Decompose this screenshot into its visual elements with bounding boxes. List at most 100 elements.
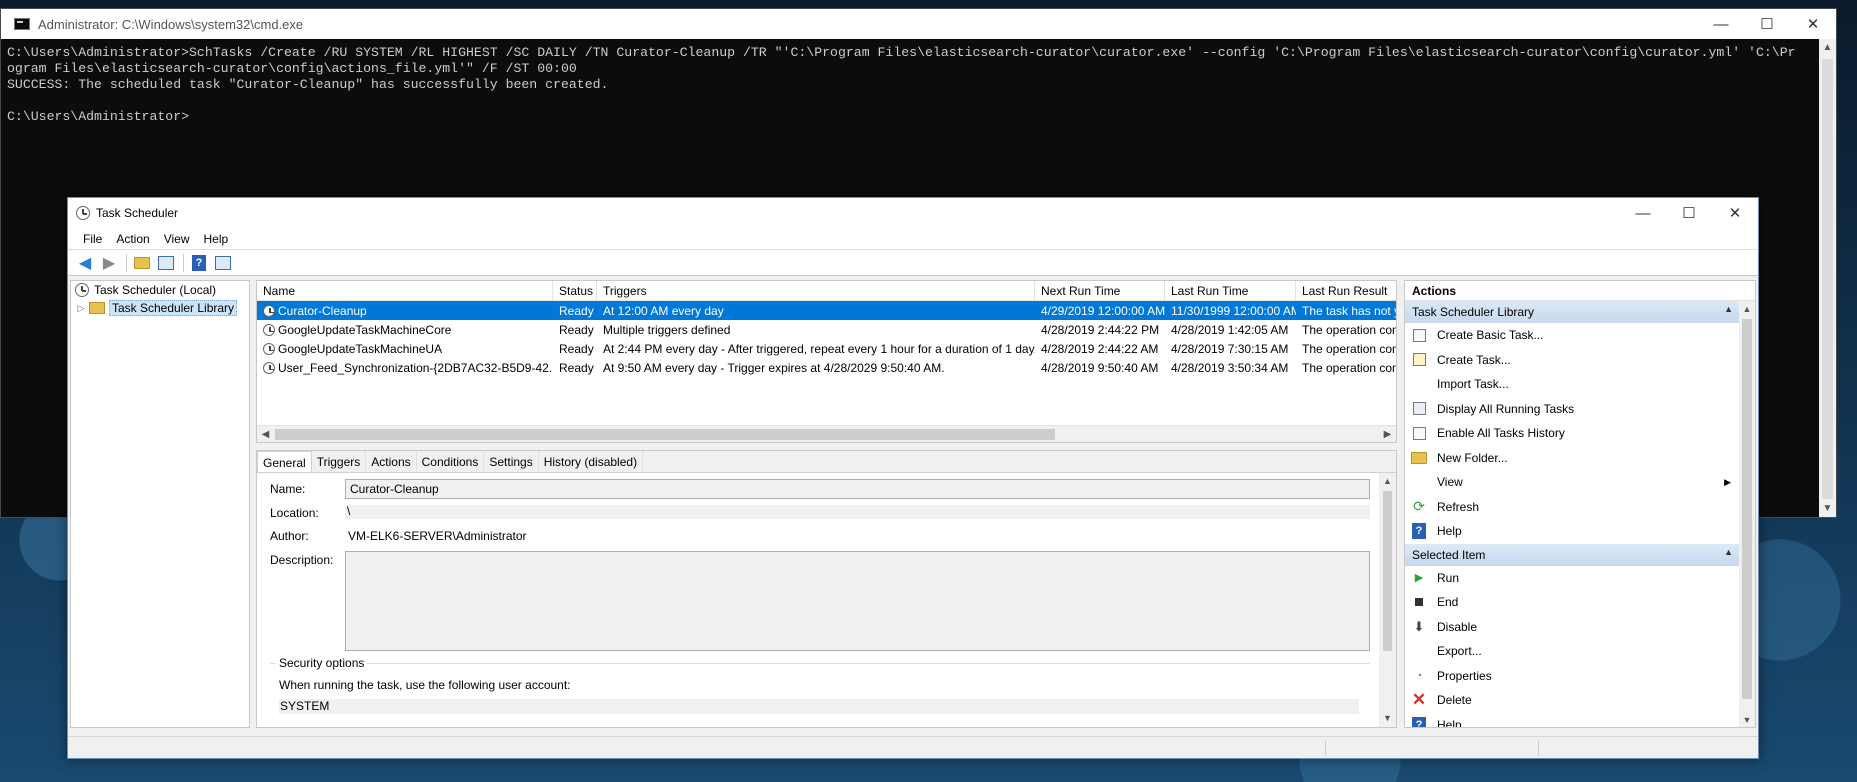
ts-minimize-button[interactable]: — (1620, 198, 1666, 228)
detail-vertical-scrollbar[interactable]: ▲ ▼ (1379, 473, 1396, 727)
scroll-up-arrow-icon[interactable]: ▲ (1739, 301, 1755, 318)
cmd-minimize-button[interactable]: — (1698, 9, 1744, 39)
action-new-folder[interactable]: New Folder... (1405, 446, 1739, 471)
action-enable-history[interactable]: Enable All Tasks History (1405, 421, 1739, 446)
tree-item-task-scheduler-local[interactable]: Task Scheduler (Local) (71, 281, 249, 299)
delete-x-icon: ✕ (1411, 690, 1427, 710)
tree-item-label: Task Scheduler Library (109, 300, 238, 316)
table-row[interactable]: GoogleUpdateTaskMachineUA Ready At 2:44 … (257, 339, 1396, 358)
action-delete[interactable]: ✕ Delete (1405, 688, 1739, 713)
pane-splitter[interactable] (256, 445, 1397, 449)
actions-section-selected-item[interactable]: Selected Item ▲ (1405, 543, 1739, 566)
column-header-status[interactable]: Status (553, 281, 597, 300)
show-action-pane-button[interactable] (212, 252, 234, 274)
name-label: Name: (270, 482, 306, 496)
back-button[interactable]: ◀ (74, 252, 96, 274)
task-clock-icon (263, 323, 275, 336)
column-header-last-run-time[interactable]: Last Run Time (1165, 281, 1296, 300)
scroll-right-arrow-icon[interactable]: ▶ (1379, 426, 1396, 442)
action-disable[interactable]: ⬇ Disable (1405, 615, 1739, 640)
action-properties[interactable]: ◔ Properties (1405, 664, 1739, 689)
actions-vertical-scrollbar[interactable]: ▲ ▼ (1739, 301, 1755, 727)
scroll-up-arrow-icon[interactable]: ▲ (1379, 473, 1396, 490)
column-header-next-run-time[interactable]: Next Run Time (1035, 281, 1165, 300)
task-description-field[interactable] (345, 551, 1370, 651)
tab-history[interactable]: History (disabled) (539, 451, 644, 472)
ts-close-button[interactable]: ✕ (1712, 198, 1758, 228)
collapse-up-icon[interactable]: ▲ (1724, 547, 1733, 557)
cmd-scrollbar[interactable]: ▲ ▼ (1819, 39, 1836, 517)
task-next-run: 4/29/2019 12:00:00 AM (1041, 303, 1165, 318)
ts-maximize-button[interactable]: ☐ (1666, 198, 1712, 228)
task-list: Name Status Triggers Next Run Time Last … (256, 280, 1397, 443)
up-folder-button[interactable] (131, 252, 153, 274)
action-help[interactable]: ? Help (1405, 519, 1739, 544)
action-end[interactable]: End (1405, 590, 1739, 615)
console-line: SUCCESS: The scheduled task "Curator-Cle… (7, 77, 609, 92)
tab-conditions[interactable]: Conditions (417, 451, 485, 472)
chevron-right-icon[interactable]: ▷ (75, 303, 87, 314)
column-header-last-run-result[interactable]: Last Run Result (1296, 281, 1396, 300)
table-row[interactable]: User_Feed_Synchronization-{2DB7AC32-B5D9… (257, 358, 1396, 377)
cmd-maximize-button[interactable]: ☐ (1744, 9, 1790, 39)
scroll-left-arrow-icon[interactable]: ◀ (257, 426, 274, 442)
actions-section-library[interactable]: Task Scheduler Library ▲ (1405, 301, 1739, 323)
show-hide-console-tree-button[interactable] (155, 252, 177, 274)
action-export[interactable]: Export... (1405, 639, 1739, 664)
action-import-task[interactable]: Import Task... (1405, 372, 1739, 397)
action-refresh[interactable]: ⟳ Refresh (1405, 495, 1739, 520)
cmd-close-button[interactable]: ✕ (1790, 9, 1836, 39)
cmd-scroll-thumb[interactable] (1822, 59, 1833, 499)
column-header-triggers[interactable]: Triggers (597, 281, 1035, 300)
help-button[interactable]: ? (188, 252, 210, 274)
actions-scroll-thumb[interactable] (1742, 319, 1752, 699)
disable-arrow-down-icon: ⬇ (1413, 618, 1425, 634)
column-header-name[interactable]: Name (257, 281, 553, 300)
task-last-run: 4/28/2019 7:30:15 AM (1171, 341, 1289, 356)
task-list-scroll-thumb[interactable] (275, 429, 1055, 440)
action-run[interactable]: ▶ Run (1405, 566, 1739, 591)
task-name-field[interactable]: Curator-Cleanup (345, 479, 1370, 499)
menu-help[interactable]: Help (197, 232, 236, 246)
cmd-app-icon (14, 18, 30, 30)
forward-button[interactable]: ▶ (98, 252, 120, 274)
task-last-run: 4/28/2019 1:42:05 AM (1171, 322, 1289, 337)
export-icon (1411, 643, 1427, 659)
collapse-up-icon[interactable]: ▲ (1724, 304, 1733, 314)
task-location-field[interactable]: \ (345, 505, 1370, 519)
scroll-down-arrow-icon[interactable]: ▼ (1379, 710, 1396, 727)
tree-item-task-scheduler-library[interactable]: ▷ Task Scheduler Library (71, 299, 249, 317)
table-row[interactable]: GoogleUpdateTaskMachineCore Ready Multip… (257, 320, 1396, 339)
task-list-horizontal-scrollbar[interactable]: ◀ ▶ (257, 425, 1396, 442)
section-title: Task Scheduler Library (1412, 305, 1535, 319)
task-list-header: Name Status Triggers Next Run Time Last … (257, 281, 1396, 301)
console-tree-icon (158, 255, 174, 270)
action-help-selected[interactable]: ? Help (1405, 713, 1739, 727)
cmd-titlebar[interactable]: Administrator: C:\Windows\system32\cmd.e… (1, 9, 1836, 39)
scroll-down-arrow-icon[interactable]: ▼ (1739, 712, 1755, 727)
new-folder-icon (1411, 450, 1427, 466)
location-label: Location: (270, 506, 319, 520)
view-icon (1411, 474, 1427, 490)
cmd-console-output[interactable]: C:\Users\Administrator>SchTasks /Create … (1, 39, 1821, 125)
tab-general[interactable]: General (257, 451, 312, 472)
table-row[interactable]: Curator-Cleanup Ready At 12:00 AM every … (257, 301, 1396, 320)
action-create-task[interactable]: Create Task... (1405, 348, 1739, 373)
menu-file[interactable]: File (76, 232, 109, 246)
action-view[interactable]: View ▶ (1405, 470, 1739, 495)
menu-action[interactable]: Action (109, 232, 156, 246)
tab-settings[interactable]: Settings (484, 451, 539, 472)
detail-scroll-thumb[interactable] (1383, 491, 1392, 651)
action-create-basic-task[interactable]: Create Basic Task... (1405, 323, 1739, 348)
ts-titlebar[interactable]: Task Scheduler — ☐ ✕ (68, 198, 1758, 228)
task-scheduler-window[interactable]: Task Scheduler — ☐ ✕ File Action View He… (67, 197, 1759, 759)
menu-view[interactable]: View (157, 232, 197, 246)
scroll-up-arrow-icon[interactable]: ▲ (1819, 39, 1836, 56)
task-name: User_Feed_Synchronization-{2DB7AC32-B5D9… (278, 360, 553, 375)
tab-triggers[interactable]: Triggers (312, 451, 367, 472)
tab-actions[interactable]: Actions (366, 451, 417, 472)
task-detail-pane: General Triggers Actions Conditions Sett… (256, 450, 1397, 728)
action-display-running-tasks[interactable]: Display All Running Tasks (1405, 397, 1739, 422)
task-scheduler-clock-icon (76, 206, 90, 220)
scroll-down-arrow-icon[interactable]: ▼ (1819, 500, 1836, 517)
